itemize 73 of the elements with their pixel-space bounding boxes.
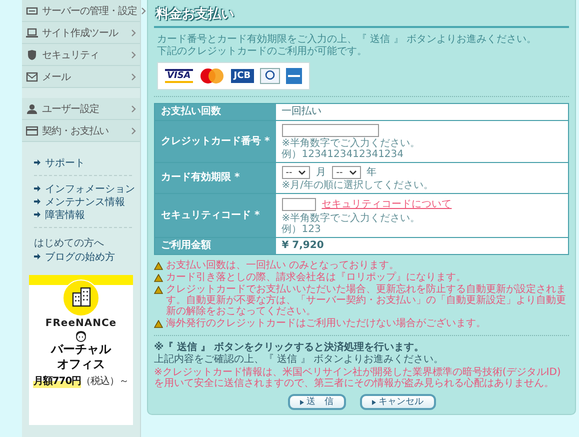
chevron-right-icon: [141, 6, 146, 14]
security-note: ※クレジットカード情報は、米国ベリサイン社が開発した業界標準の暗号技術(デジタルID)を用いて安全に送信されますので、第三者にその情報が盗み見られる心配はありません。: [154, 367, 562, 389]
chevron-right-icon: [131, 72, 136, 80]
triangle-right-icon: [372, 400, 376, 404]
card-number-field[interactable]: [282, 124, 379, 137]
page-title: 料金お支払い: [154, 6, 235, 24]
form-button[interactable]: 送 信: [288, 394, 346, 410]
sidebar-link[interactable]: インフォメーション: [45, 182, 135, 196]
intro-text: 下記のクレジットカードのご利用が可能です。: [156, 46, 368, 58]
field-label: セキュリティコード *: [154, 194, 276, 238]
sidebar-link[interactable]: メンテナンス情報: [45, 194, 125, 208]
arrow-right-icon: [34, 253, 41, 260]
menu-item[interactable]: 契約・お支払い: [22, 120, 140, 142]
field-value: 一回払い: [282, 106, 322, 117]
unit-label: 年: [366, 166, 377, 178]
printer-icon: [26, 4, 38, 16]
warning-icon: [154, 320, 163, 328]
chevron-right-icon: [131, 50, 136, 58]
menu-item[interactable]: セキュリティ: [22, 44, 140, 66]
field-label: クレジットカード番号 *: [154, 120, 276, 162]
menu-item[interactable]: ユーザー設定: [22, 98, 140, 120]
brand-logo: FReeNANCe: [45, 318, 117, 329]
chevron-down-icon: [348, 170, 357, 175]
dropdown[interactable]: --: [332, 166, 361, 179]
person-icon: [26, 102, 38, 114]
form-button[interactable]: キャンセル: [360, 394, 436, 410]
chevron-right-icon: [131, 126, 136, 134]
sidebar-link[interactable]: ブログの始め方: [45, 250, 115, 264]
unit-label: 月: [316, 166, 326, 178]
card-logo-icon: [286, 68, 302, 84]
warning-text: クレジットカードでお支払いいただいた場合、更新忘れを防止する自動更新が設定されます。自動更新が不要な方は、「サーバー契約・お支払い」の「自動更新設定」より自動更新の解除をおこなってください。: [166, 284, 567, 317]
price-note: （税込）～: [81, 374, 129, 388]
security-code-field[interactable]: [282, 198, 316, 211]
amount-value: ¥ 7,920: [282, 240, 324, 251]
chevron-down-icon: [298, 170, 306, 175]
hint-text: 例）1234123412341234: [282, 149, 405, 160]
credit-card-icon: [26, 124, 38, 136]
laptop-icon: [26, 26, 38, 38]
envelope-icon: [26, 70, 38, 82]
warning-text: 海外発行のクレジットカードはご利用いただけない場合がございます。: [166, 318, 486, 329]
field-label: カード有効期限 *: [154, 162, 276, 194]
hint-text: ※月/年の順に選択してください。: [282, 180, 434, 191]
chevron-right-icon: [131, 104, 136, 112]
triangle-right-icon: [300, 400, 304, 404]
menu-item[interactable]: サーバーの管理・設定: [22, 0, 140, 22]
field-label: お支払い回数: [154, 104, 276, 120]
chevron-right-icon: [131, 28, 136, 36]
notice-text: 上記内容をご確認の上、『 送信 』 ボタンよりお進みください。: [154, 354, 445, 366]
intro-text: カード番号とカード有効期限をご入力の上、『 送信 』 ボタンよりお進みください。: [156, 34, 538, 46]
visa-logo: VISA: [165, 69, 193, 83]
section-heading: はじめての方へ: [34, 236, 105, 250]
security-code-link[interactable]: セキュリティコードについて: [322, 198, 452, 210]
warning-text: カード引き落としの際、請求会社名は『ロリポップ』になります。: [166, 272, 466, 283]
field-label: ご利用金額: [154, 238, 276, 254]
circle-logo-icon: [260, 68, 280, 84]
jcb-logo: JCB: [230, 69, 254, 83]
hint-text: 例）123: [282, 224, 322, 235]
sidebar-link[interactable]: 障害情報: [45, 208, 85, 222]
building-icon: [62, 279, 100, 317]
sidebar-link[interactable]: サポート: [45, 156, 85, 170]
shield-icon: [26, 48, 38, 60]
interlocking-circles-icon: [198, 68, 225, 84]
hint-text: ※半角数字でご入力ください。: [282, 213, 422, 224]
cartoon-face-icon: [74, 330, 88, 342]
menu-item[interactable]: サイト作成ツール: [22, 22, 140, 44]
notice-text: ※『 送信 』 ボタンをクリックすると決済処理を行います。: [154, 342, 426, 354]
warning-text: お支払い回数は、一回払い のみとなっております。: [166, 260, 400, 271]
dropdown[interactable]: --: [282, 166, 310, 179]
ad-headline: オフィス: [57, 357, 105, 372]
arrow-right-icon: [34, 159, 41, 166]
hint-text: ※半角数字でご入力ください。: [282, 138, 422, 149]
ad-headline: バーチャル: [51, 342, 111, 357]
menu-item[interactable]: メール: [22, 66, 140, 88]
